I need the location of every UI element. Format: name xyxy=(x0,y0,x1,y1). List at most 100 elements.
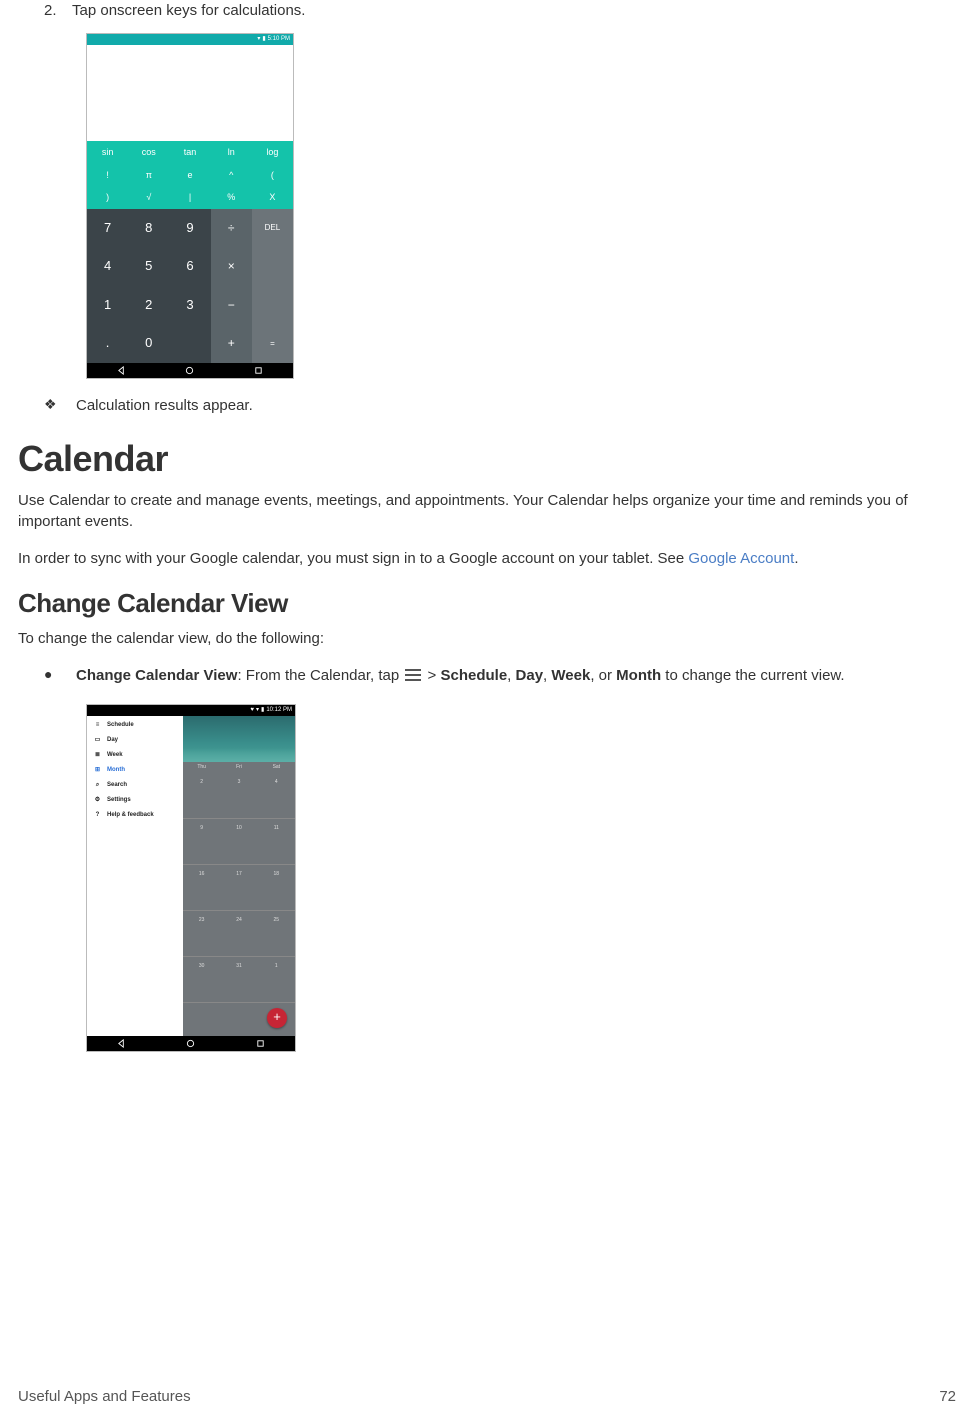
calendar-week-row: 30311 xyxy=(183,957,295,1003)
key-8: 8 xyxy=(128,209,169,248)
menu-icon xyxy=(405,669,421,682)
key-blank xyxy=(169,324,210,363)
key-sub: − xyxy=(211,286,252,325)
fn-abs: | xyxy=(169,186,210,209)
calendar-day-cell: 16 xyxy=(183,869,220,880)
change-view-bullet: ● Change Calendar View: From the Calenda… xyxy=(44,665,956,686)
calendar-day-cell: 17 xyxy=(220,869,257,880)
fn-e: e xyxy=(169,164,210,187)
calendar-p2: In order to sync with your Google calend… xyxy=(18,548,956,569)
sidebar-item-help-feedback: ? Help & feedback xyxy=(87,808,183,823)
key-dot: . xyxy=(87,324,128,363)
calculator-screenshot: ▾ ▮ 5:10 PM sin cos tan ln log ! π e ^ xyxy=(86,33,956,379)
key-6: 6 xyxy=(169,247,210,286)
calendar-header-image xyxy=(183,716,295,762)
status-time: 10:12 PM xyxy=(266,706,292,714)
fn-pct: % xyxy=(211,186,252,209)
calendar-week-row: 91011 xyxy=(183,819,295,865)
diamond-bullet-icon: ❖ xyxy=(44,395,76,416)
sidebar-item-search: ⌕ Search xyxy=(87,778,183,793)
fn-sin: sin xyxy=(87,141,128,164)
calendar-day-cell: 24 xyxy=(220,915,257,926)
sidebar-item-month: ⊞ Month xyxy=(87,763,183,778)
sidebar-item-schedule: ≡Schedule xyxy=(87,718,183,733)
key-add: + xyxy=(211,324,252,363)
sidebar-item-label: Day xyxy=(107,736,118,744)
calendar-p1: Use Calendar to create and manage events… xyxy=(18,490,956,532)
calendar-week-row: 234 xyxy=(183,773,295,819)
key-mul: × xyxy=(211,247,252,286)
calendar-week-row: 161718 xyxy=(183,865,295,911)
sidebar-item-label: Week xyxy=(107,751,123,759)
android-navbar xyxy=(87,363,293,378)
change-view-p: To change the calendar view, do the foll… xyxy=(18,628,956,649)
calendar-day-cell: 30 xyxy=(183,961,220,972)
calendar-day-cell: 23 xyxy=(183,915,220,926)
day-icon: ▭ xyxy=(93,736,102,745)
num-pad: 7 8 9 4 5 6 1 2 3 . 0 xyxy=(87,209,211,363)
key-2: 2 xyxy=(128,286,169,325)
status-bar: ♥ ▾ ▮ 10:12 PM xyxy=(87,705,295,716)
sidebar-item-label: Month xyxy=(107,766,125,774)
recent-icon xyxy=(256,1039,265,1048)
calendar-grid: Thu Fri Sat 2349101116171823242530311 + xyxy=(183,716,295,1036)
key-eq: = xyxy=(252,324,293,363)
fn-x: X xyxy=(252,186,293,209)
status-time: 5:10 PM xyxy=(268,35,290,43)
sidebar-item-label: Help & feedback xyxy=(107,811,154,819)
fn-sqrt: √ xyxy=(128,186,169,209)
google-account-link[interactable]: Google Account xyxy=(688,550,794,567)
back-icon xyxy=(117,1039,126,1048)
back-icon xyxy=(117,366,126,375)
heart-icon: ♥ xyxy=(250,706,254,714)
fn-pi: π xyxy=(128,164,169,187)
fn-cos: cos xyxy=(128,141,169,164)
calendar-day-cell: 25 xyxy=(258,915,295,926)
fn-tan: tan xyxy=(169,141,210,164)
step-number: 2. xyxy=(44,0,72,21)
bullet-body: Change Calendar View: From the Calendar,… xyxy=(76,665,845,686)
sidebar-item-week: ≣ Week xyxy=(87,748,183,763)
del-pad: DEL = xyxy=(252,209,293,363)
result-bullet: ❖ Calculation results appear. xyxy=(44,395,956,416)
signal-icon: ▾ xyxy=(257,35,260,43)
recent-icon xyxy=(254,366,263,375)
calendar-heading: Calendar xyxy=(18,434,956,484)
fn-ln: ln xyxy=(211,141,252,164)
calendar-day-cell: 9 xyxy=(183,823,220,834)
month-icon: ⊞ xyxy=(93,766,102,775)
key-4: 4 xyxy=(87,247,128,286)
result-text: Calculation results appear. xyxy=(76,395,253,416)
list-icon: ≡ xyxy=(93,721,102,730)
key-0: 0 xyxy=(128,324,169,363)
status-bar: ▾ ▮ 5:10 PM xyxy=(87,34,293,45)
fn-fact: ! xyxy=(87,164,128,187)
calendar-day-cell: 10 xyxy=(220,823,257,834)
sidebar-item-label: Search xyxy=(107,781,127,789)
key-9: 9 xyxy=(169,209,210,248)
calendar-day-cell: 4 xyxy=(258,777,295,788)
calendar-day-cell: 31 xyxy=(220,961,257,972)
search-icon: ⌕ xyxy=(93,781,102,790)
help-icon: ? xyxy=(93,811,102,820)
page-number: 72 xyxy=(939,1386,956,1407)
calendar-day-cell: 1 xyxy=(258,961,295,972)
page-footer: Useful Apps and Features 72 xyxy=(18,1386,956,1407)
bullet-label: Change Calendar View xyxy=(76,667,237,684)
key-1: 1 xyxy=(87,286,128,325)
calendar-week-row: 232425 xyxy=(183,911,295,957)
key-5: 5 xyxy=(128,247,169,286)
key-3: 3 xyxy=(169,286,210,325)
key-div: ÷ xyxy=(211,209,252,248)
sidebar-item-day: ▭ Day xyxy=(87,733,183,748)
key-7: 7 xyxy=(87,209,128,248)
fn-log: log xyxy=(252,141,293,164)
calendar-day-cell: 11 xyxy=(258,823,295,834)
op-pad: ÷ × − + xyxy=(211,209,252,363)
signal-icon: ▾ xyxy=(256,706,259,714)
android-navbar xyxy=(87,1036,295,1051)
week-icon: ≣ xyxy=(93,751,102,760)
sidebar-item-label: Settings xyxy=(107,796,131,804)
home-icon xyxy=(186,1039,195,1048)
gear-icon: ⚙ xyxy=(93,796,102,805)
